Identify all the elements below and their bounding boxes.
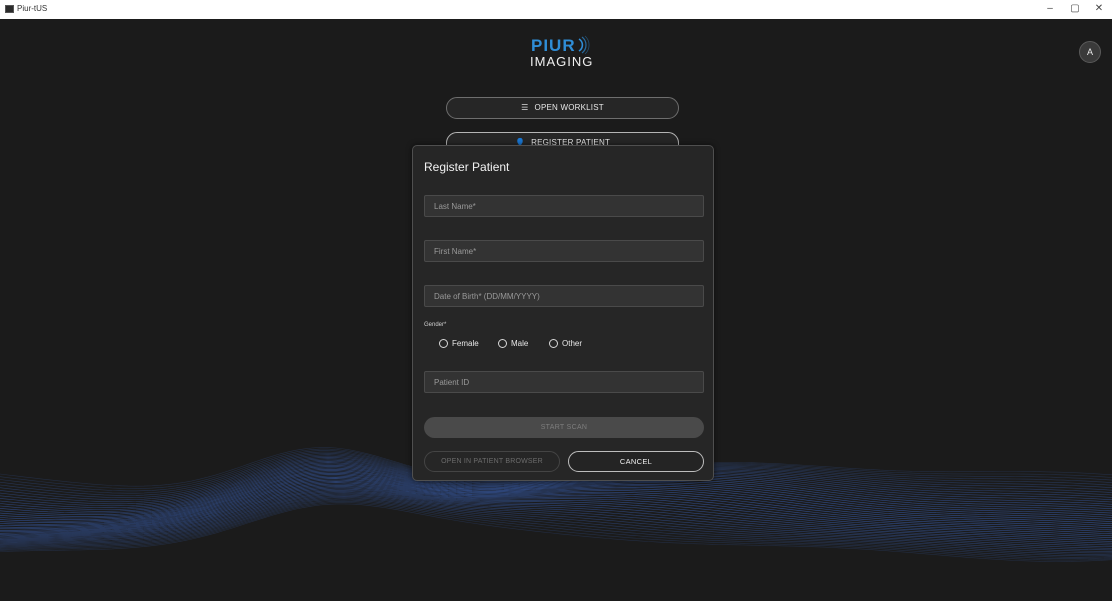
user-avatar-button[interactable]: A	[1079, 41, 1101, 63]
window-title: Piur-tUS	[17, 4, 48, 13]
open-worklist-button[interactable]: ☰ OPEN WORKLIST	[446, 97, 679, 119]
start-scan-button[interactable]: START SCAN	[424, 417, 704, 438]
first-name-field[interactable]	[424, 240, 704, 262]
window-title-bar: Piur-tUS – ▢ ✕	[0, 0, 1112, 19]
patient-id-field[interactable]	[424, 371, 704, 393]
checklist-icon: ☰	[521, 103, 529, 112]
gender-label: Gender*	[424, 322, 447, 328]
radio-circle-icon	[549, 339, 558, 348]
radio-circle-icon	[498, 339, 507, 348]
gender-radio-male[interactable]: Male	[498, 338, 528, 350]
open-worklist-label: OPEN WORKLIST	[534, 103, 604, 112]
close-window-button[interactable]: ✕	[1092, 2, 1106, 16]
logo-wave-icon	[578, 35, 590, 55]
restore-button[interactable]: ▢	[1068, 2, 1082, 16]
gender-option-label: Other	[562, 339, 583, 348]
last-name-field[interactable]	[424, 195, 704, 217]
cancel-button[interactable]: CANCEL	[568, 451, 704, 472]
gender-option-label: Female	[452, 339, 479, 348]
radio-circle-icon	[439, 339, 448, 348]
date-of-birth-field[interactable]	[424, 285, 704, 307]
logo-text-imaging: IMAGING	[530, 54, 594, 69]
gender-option-label: Male	[511, 339, 529, 348]
gender-radio-other[interactable]: Other	[549, 338, 582, 350]
logo-text-piur: PIUR	[531, 36, 576, 55]
app-icon	[5, 5, 14, 13]
piur-imaging-logo: PIUR IMAGING	[528, 34, 608, 70]
open-in-patient-browser-button[interactable]: OPEN IN PATIENT BROWSER	[424, 451, 560, 472]
minimize-button[interactable]: –	[1043, 2, 1057, 16]
app-main-area: PIUR IMAGING A ☰ OPEN WORKLIST 👤 REGISTER …	[0, 19, 1112, 601]
dialog-title: Register Patient	[424, 160, 510, 174]
gender-radio-female[interactable]: Female	[439, 338, 479, 350]
register-patient-dialog: Register Patient Gender* Female Male Oth…	[412, 145, 714, 481]
